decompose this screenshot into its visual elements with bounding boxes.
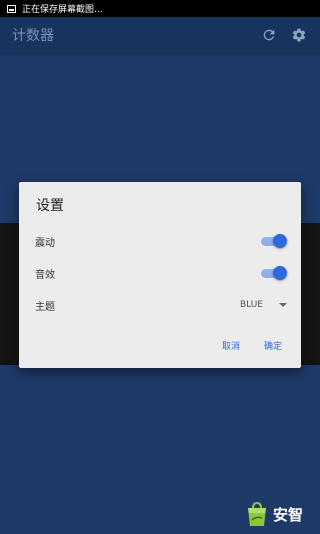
vibration-row[interactable]: 震动	[35, 231, 287, 251]
app-bar: 计数器	[0, 17, 320, 53]
vibration-toggle[interactable]	[259, 234, 287, 248]
watermark-text: 安智	[273, 505, 304, 524]
cancel-button[interactable]: 取消	[222, 339, 240, 352]
theme-label: 主题	[35, 301, 55, 313]
anzhi-watermark: 安智	[245, 497, 317, 531]
confirm-button[interactable]: 确定	[264, 339, 282, 352]
sound-label: 音效	[35, 269, 55, 281]
refresh-icon[interactable]	[260, 26, 278, 44]
sound-row[interactable]: 音效	[35, 263, 287, 283]
theme-row: 主题 BLUE	[35, 295, 287, 315]
toggle-thumb	[273, 266, 287, 280]
sound-toggle[interactable]	[259, 266, 287, 280]
settings-gear-icon[interactable]	[290, 26, 308, 44]
screenshot-icon	[7, 4, 16, 13]
vibration-label: 震动	[35, 237, 55, 249]
status-notification-text: 正在保存屏幕截图...	[22, 5, 103, 15]
dialog-actions: 取消 确定	[198, 339, 282, 352]
settings-dialog: 设置 震动 音效 主题 BLUE 取消 确定	[19, 182, 301, 368]
app-title: 计数器	[12, 28, 54, 44]
dropdown-caret-icon	[279, 303, 287, 307]
toggle-thumb	[273, 234, 287, 248]
theme-select[interactable]: BLUE	[240, 300, 287, 310]
theme-value: BLUE	[239, 300, 263, 310]
status-bar: 正在保存屏幕截图...	[0, 0, 320, 17]
dialog-title: 设置	[36, 198, 64, 214]
shopping-bag-logo-icon	[248, 501, 266, 526]
